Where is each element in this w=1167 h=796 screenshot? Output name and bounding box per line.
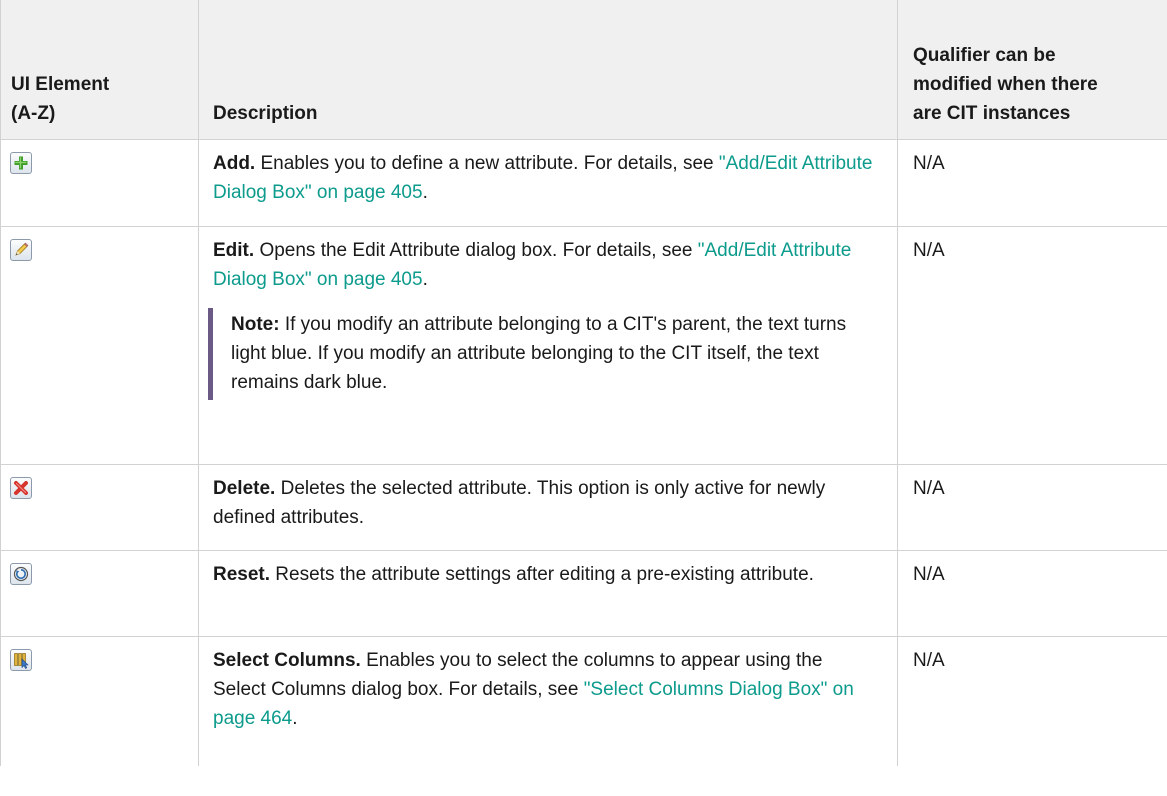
ui-element-cell	[0, 549, 199, 637]
description-tail: .	[422, 181, 428, 203]
description-tail: .	[422, 268, 428, 290]
table-row: Edit. Opens the Edit Attribute dialog bo…	[0, 225, 1167, 465]
header-qualifier-line2: modified when there	[913, 73, 1098, 95]
description-tail: .	[292, 707, 298, 729]
description-cell: Delete. Deletes the selected attribute. …	[198, 463, 898, 551]
description-text: Enables you to define a new attribute. F…	[255, 152, 719, 174]
ui-element-cell	[0, 138, 199, 227]
qualifier-value: N/A	[913, 152, 945, 174]
description-text: Opens the Edit Attribute dialog box. For…	[254, 239, 698, 261]
header-ui-element-line1: UI Element	[11, 73, 110, 95]
header-qualifier-line1: Qualifier can be	[913, 44, 1056, 66]
ui-elements-table: UI Element (A-Z) Description Qualifier c…	[0, 0, 1167, 766]
table-row: Delete. Deletes the selected attribute. …	[0, 463, 1167, 551]
header-ui-element-line2: (A-Z)	[11, 102, 56, 124]
qualifier-cell: N/A	[897, 463, 1167, 551]
ui-element-cell	[0, 463, 199, 551]
term-delete: Delete.	[213, 477, 276, 499]
table-row: Select Columns. Enables you to select th…	[0, 635, 1167, 766]
table-row: Add. Enables you to define a new attribu…	[0, 138, 1167, 227]
ui-element-cell	[0, 635, 199, 766]
header-qualifier: Qualifier can be modified when there are…	[897, 0, 1167, 140]
description-cell: Reset. Resets the attribute settings aft…	[198, 549, 898, 637]
qualifier-cell: N/A	[897, 225, 1167, 465]
add-icon	[10, 151, 32, 174]
reset-icon	[10, 562, 32, 585]
note-block: Note: If you modify an attribute belongi…	[208, 307, 877, 400]
header-ui-element: UI Element (A-Z)	[0, 0, 199, 140]
select-columns-icon	[10, 648, 32, 671]
table-row: Reset. Resets the attribute settings aft…	[0, 549, 1167, 637]
header-qualifier-line3: are CIT instances	[913, 102, 1071, 124]
delete-x-icon	[10, 476, 32, 499]
qualifier-value: N/A	[913, 649, 945, 671]
qualifier-cell: N/A	[897, 549, 1167, 637]
description-text: Resets the attribute settings after edit…	[270, 563, 814, 585]
note-text: If you modify an attribute belonging to …	[231, 313, 847, 393]
description-text: Deletes the selected attribute. This opt…	[213, 477, 826, 528]
description-cell: Select Columns. Enables you to select th…	[198, 635, 898, 766]
note-label: Note:	[231, 313, 280, 335]
qualifier-cell: N/A	[897, 635, 1167, 766]
qualifier-value: N/A	[913, 239, 945, 261]
qualifier-value: N/A	[913, 563, 945, 585]
header-description: Description	[198, 0, 898, 140]
header-description-text: Description	[213, 102, 318, 124]
term-select-columns: Select Columns.	[213, 649, 361, 671]
qualifier-cell: N/A	[897, 138, 1167, 227]
qualifier-value: N/A	[913, 477, 945, 499]
term-edit: Edit.	[213, 239, 255, 261]
term-reset: Reset.	[213, 563, 271, 585]
term-add: Add.	[213, 152, 256, 174]
description-cell: Add. Enables you to define a new attribu…	[198, 138, 898, 227]
description-cell: Edit. Opens the Edit Attribute dialog bo…	[198, 225, 898, 465]
edit-pencil-icon	[10, 238, 32, 261]
ui-element-cell	[0, 225, 199, 465]
table-header-row: UI Element (A-Z) Description Qualifier c…	[0, 0, 1167, 140]
